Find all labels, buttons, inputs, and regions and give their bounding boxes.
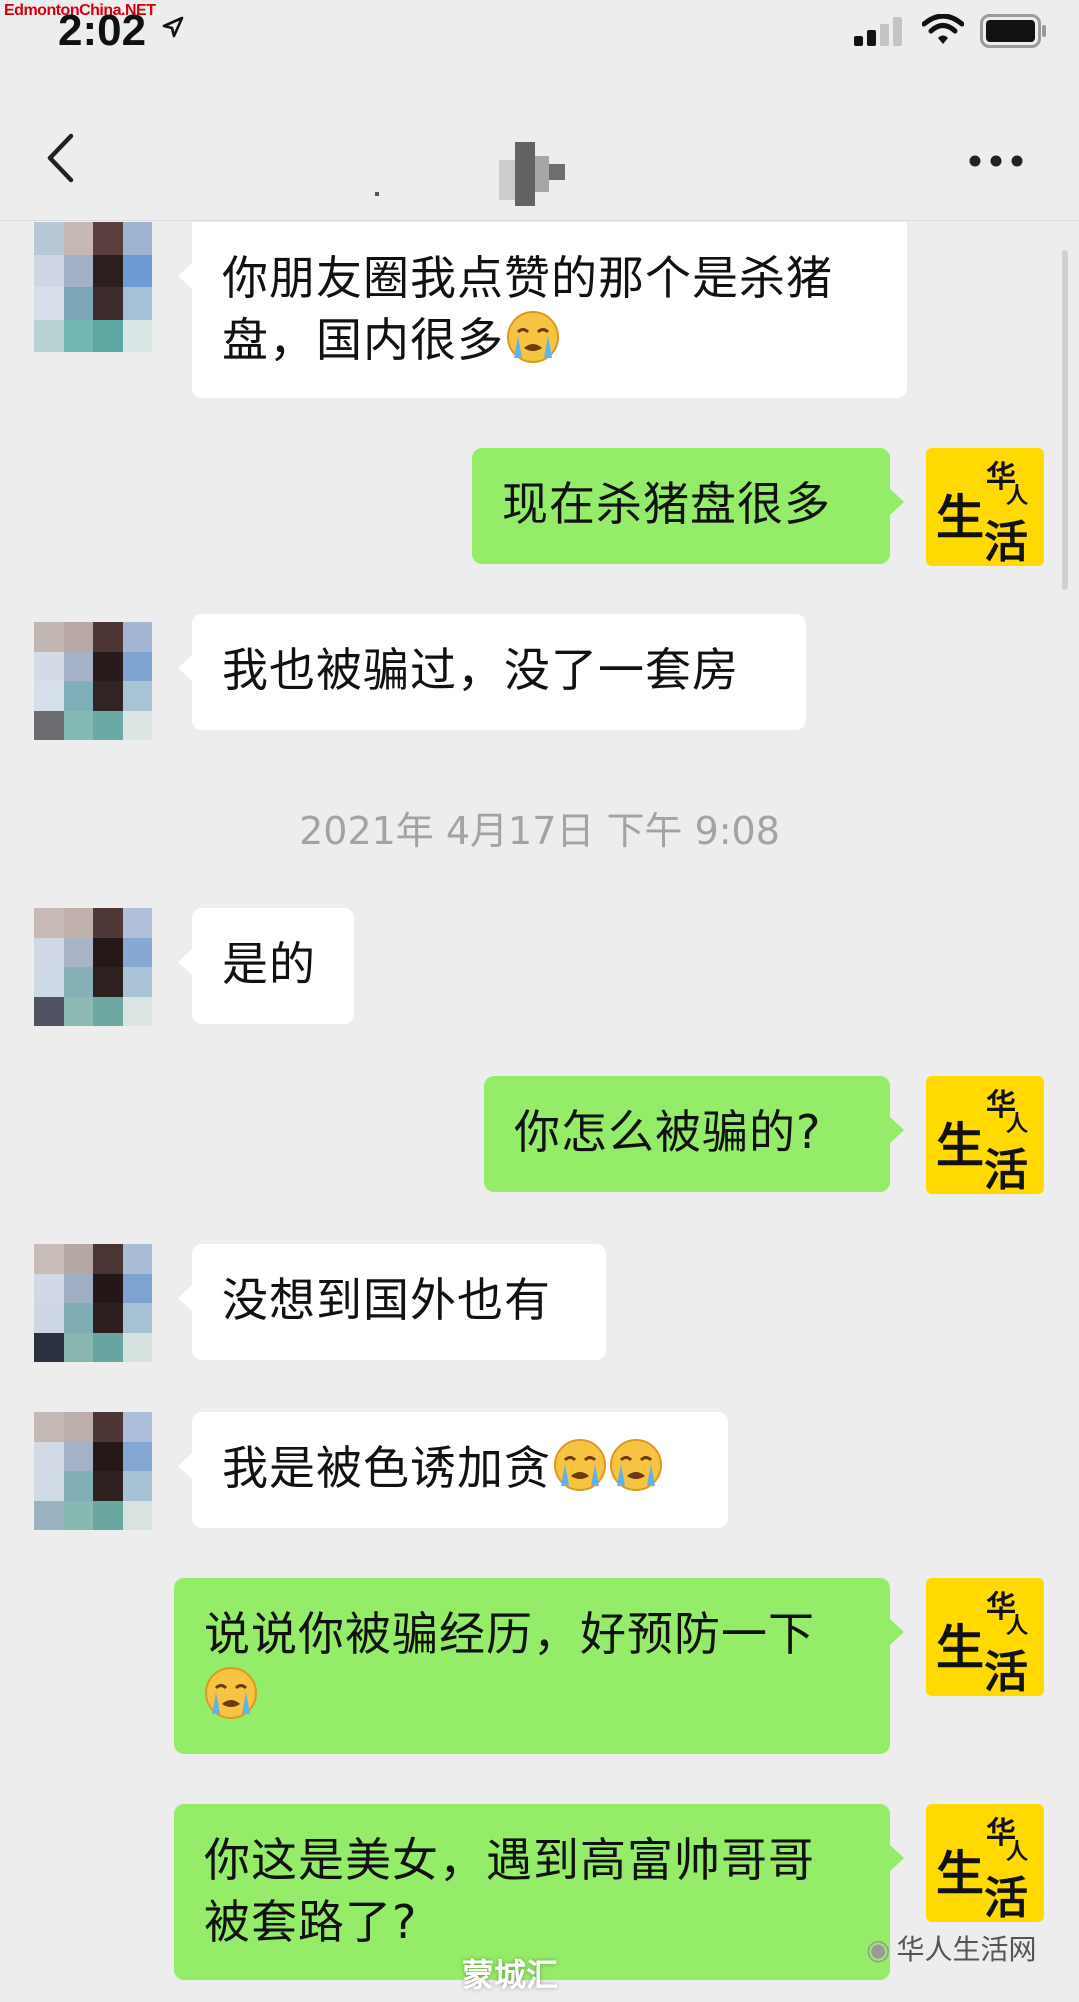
my-avatar[interactable]: 生 活 华 人 (926, 448, 1044, 568)
message-bubble-incoming[interactable]: 是的 (178, 908, 354, 1024)
chat-header (0, 62, 1079, 221)
sob-emoji-icon (205, 1667, 257, 1719)
wechat-icon: ◉ (866, 1933, 891, 1966)
avatar-char: 活 (984, 1647, 1028, 1698)
avatar-char: 人 (1006, 1839, 1029, 1865)
contact-avatar[interactable] (34, 222, 152, 352)
avatar-char: 人 (1006, 483, 1029, 509)
avatar-char: 生 (936, 1846, 985, 1902)
location-arrow-icon (162, 16, 184, 38)
message-bubble-outgoing[interactable]: 你怎么被骗的? (484, 1076, 904, 1192)
message-text: 说说你被骗经历，好预防一下 (204, 1607, 815, 1661)
contact-avatar[interactable] (34, 1244, 152, 1362)
message-text: 我是被色诱加贪 (222, 1441, 551, 1495)
message-bubble-outgoing[interactable]: 说说你被骗经历，好预防一下 (174, 1578, 904, 1754)
scrollbar[interactable] (1062, 250, 1068, 590)
sob-emoji-icon (610, 1439, 662, 1491)
avatar-char: 人 (1006, 1613, 1029, 1639)
wifi-icon (922, 14, 964, 44)
source-watermark: ◉ 华人生活网 (866, 1928, 1036, 1968)
contact-avatar[interactable] (34, 908, 152, 1026)
avatar-char: 生 (936, 1118, 985, 1174)
avatar-char: 生 (936, 490, 985, 546)
avatar-char: 人 (1006, 1111, 1029, 1137)
message-text: 你这是美女，遇到高富帅哥哥被套路了? (204, 1833, 815, 1949)
contact-avatar[interactable] (34, 1412, 152, 1530)
my-avatar[interactable]: 生 活 华 人 (926, 1076, 1044, 1196)
sob-emoji-icon (554, 1439, 606, 1491)
sob-emoji-icon (507, 311, 559, 363)
more-icon[interactable] (968, 154, 1024, 168)
avatar-char: 活 (984, 517, 1028, 568)
avatar-char: 活 (984, 1145, 1028, 1196)
footer-watermark: 蒙城汇 (462, 1956, 559, 1994)
message-bubble-incoming[interactable]: 我也被骗过，没了一套房 (178, 614, 806, 730)
battery-icon (980, 14, 1046, 48)
my-avatar[interactable]: 生 活 华 人 (926, 1804, 1044, 1924)
message-text: 我也被骗过，没了一套房 (222, 643, 739, 697)
contact-name-blurred (375, 142, 615, 212)
message-text: 现在杀猪盘很多 (502, 477, 831, 531)
message-bubble-incoming[interactable]: 没想到国外也有 (178, 1244, 606, 1360)
my-avatar[interactable]: 生 活 华 人 (926, 1578, 1044, 1698)
message-text: 你怎么被骗的? (514, 1105, 822, 1159)
message-text: 没想到国外也有 (222, 1273, 551, 1327)
message-bubble-outgoing[interactable]: 现在杀猪盘很多 (472, 448, 904, 564)
contact-avatar[interactable] (34, 622, 152, 740)
signal-icon (854, 17, 902, 46)
back-icon[interactable] (44, 132, 76, 184)
chat-timestamp: 2021年 4月17日 下午 9:08 (299, 809, 780, 853)
status-bar: 2:02 (0, 0, 1079, 62)
message-bubble-incoming[interactable]: 我是被色诱加贪 (178, 1412, 728, 1528)
message-text: 是的 (222, 937, 316, 991)
avatar-char: 活 (984, 1873, 1028, 1924)
avatar-char: 生 (936, 1620, 985, 1676)
source-label: 华人生活网 (896, 1933, 1037, 1966)
message-bubble-incoming[interactable]: 你朋友圈我点赞的那个是杀猪盘，国内很多 (178, 222, 907, 398)
status-time: 2:02 (58, 6, 147, 55)
